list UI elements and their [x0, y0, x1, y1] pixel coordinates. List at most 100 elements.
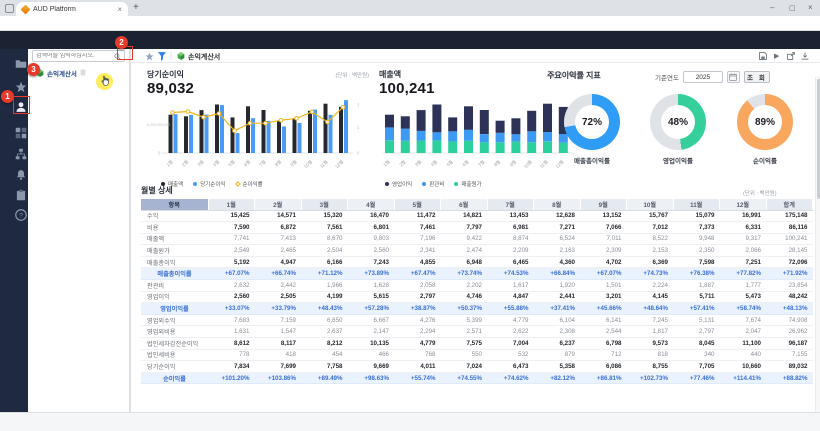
query-button[interactable]: 조 회: [744, 71, 770, 83]
row-label: 영업외수익: [141, 314, 208, 326]
table-cell: 4,746: [441, 291, 488, 303]
table-row: 판관비2,6322,4421,9661,6282,0582,2021,6171,…: [141, 280, 813, 292]
save-icon[interactable]: [759, 52, 767, 60]
donut-3: 89%순이익률: [730, 94, 800, 165]
combo-chart-legend: 매출액당기순이익순이익률: [161, 180, 369, 188]
window-minimize-icon[interactable]: –: [770, 3, 774, 12]
table-cell: 4,145: [627, 291, 674, 303]
donut-ring: 48%: [650, 94, 706, 150]
table-cell: +101.20%: [208, 372, 255, 384]
tree-item-income-statement[interactable]: 손익계산서: [36, 66, 131, 79]
legend-item: 영업이익: [385, 180, 412, 188]
table-cell: +73.89%: [348, 268, 395, 280]
table-cell: +45.66%: [580, 303, 627, 315]
svg-text:7월: 7월: [258, 158, 268, 168]
table-cell: 2,294: [394, 326, 441, 338]
bookmark-star-icon[interactable]: [145, 52, 154, 61]
dashboard: 당기순이익 (단위 : 백만원) 89,032 6,000,000,000011…: [131, 63, 815, 404]
vertical-scrollbar[interactable]: [815, 77, 820, 418]
table-cell: 818: [627, 349, 674, 361]
svg-text:3월: 3월: [196, 158, 206, 168]
svg-text:5월: 5월: [445, 158, 455, 168]
svg-text:8월: 8월: [492, 158, 502, 168]
svg-text:8월: 8월: [273, 158, 283, 168]
browser-tab[interactable]: AUD Platform ×: [16, 2, 128, 16]
report-cube-icon: [177, 52, 185, 60]
dashboard-grid-icon[interactable]: [15, 127, 27, 139]
download-icon[interactable]: [801, 52, 809, 60]
browser-window: AUD Platform × + – ▢ × ← ↻ https://epa.b…: [0, 0, 820, 431]
svg-text:2월: 2월: [398, 158, 408, 168]
table-cell: +57.41%: [673, 303, 720, 315]
table-cell: 532: [487, 349, 534, 361]
table-cell: 1,920: [534, 280, 581, 292]
table-cell: +76.38%: [673, 268, 720, 280]
table-cell: 26,962: [766, 326, 813, 338]
table-cell: 2,066: [720, 245, 767, 257]
table-cell: 7,561: [301, 222, 348, 234]
table-row: 비용7,5906,8727,5616,8017,4617,7976,9817,2…: [141, 222, 813, 234]
svg-text:7월: 7월: [477, 158, 487, 168]
table-cell: 7,373: [673, 222, 720, 234]
table-unit-label: (단위 : 백만원): [743, 189, 777, 197]
table-cell: +66.74%: [255, 268, 302, 280]
table-cell: 9,669: [348, 361, 395, 373]
table-cell: +86.81%: [580, 372, 627, 384]
table-cell: 8,522: [627, 233, 674, 245]
svg-text:10월: 10월: [302, 158, 313, 169]
table-cell: 23,854: [766, 280, 813, 292]
table-cell: 6,524: [534, 233, 581, 245]
notifications-bell-icon[interactable]: [15, 169, 27, 181]
table-cell: 7,683: [208, 314, 255, 326]
monthly-detail-table: 항목1월2월3월4월5월6월7월8월9월10월11월12월합계수익15,4251…: [141, 199, 813, 384]
stacked-chart-legend: 영업이익판관비매출원가: [385, 180, 584, 188]
table-cell: +57.28%: [348, 303, 395, 315]
table-cell: 100,241: [766, 233, 813, 245]
favorites-star-icon[interactable]: [15, 81, 27, 93]
row-label: 영업이익률: [141, 303, 208, 315]
table-cell: +74.55%: [441, 372, 488, 384]
table-cell: +102.73%: [627, 372, 674, 384]
table-cell: 4,947: [255, 256, 302, 268]
filter-funnel-icon[interactable]: [158, 52, 166, 61]
folder-icon[interactable]: [15, 58, 27, 70]
table-cell: 13,152: [580, 210, 627, 222]
column-header: 4월: [348, 199, 395, 210]
tab-actions-icon[interactable]: [5, 4, 14, 13]
table-cell: 2,441: [534, 291, 581, 303]
table-cell: +82.12%: [534, 372, 581, 384]
tree-item-label: 손익계산서: [47, 68, 77, 78]
row-label: 매출총이익률: [141, 268, 208, 280]
table-cell: 6,801: [348, 222, 395, 234]
new-tab-icon[interactable]: +: [133, 2, 139, 13]
table-cell: 712: [580, 349, 627, 361]
tree-search-input[interactable]: [36, 53, 114, 59]
base-year-input[interactable]: [683, 71, 723, 83]
row-label: 판관비: [141, 280, 208, 292]
tab-close-icon[interactable]: ×: [117, 5, 122, 14]
table-cell: 1,501: [580, 280, 627, 292]
help-circle-icon[interactable]: ?: [15, 209, 27, 221]
window-maximize-icon[interactable]: ▢: [789, 4, 796, 12]
run-play-icon[interactable]: ▶: [774, 52, 779, 60]
svg-text:0: 0: [357, 151, 360, 156]
table-cell: 768: [394, 349, 441, 361]
window-close-icon[interactable]: ×: [808, 3, 813, 12]
table-cell: 74,908: [766, 314, 813, 326]
table-cell: 7,674: [720, 314, 767, 326]
calendar-icon: [729, 73, 737, 81]
legend-marker: [422, 182, 426, 186]
sitemap-icon[interactable]: [15, 148, 27, 160]
svg-text:3월: 3월: [413, 158, 423, 168]
clipboard-icon[interactable]: [15, 189, 27, 201]
table-cell: 15,079: [673, 210, 720, 222]
table-cell: 2,163: [534, 245, 581, 257]
table-row: 순이익률+101.20%+103.86%+89.49%+98.63%+55.74…: [141, 372, 813, 384]
share-window-icon[interactable]: [787, 52, 795, 60]
net-income-value: 89,032: [147, 80, 369, 97]
calendar-button[interactable]: [727, 71, 740, 83]
svg-text:9월: 9월: [289, 158, 299, 168]
table-cell: 2,047: [720, 326, 767, 338]
row-label: 법인세비용: [141, 349, 208, 361]
svg-text:1: 1: [357, 102, 360, 107]
